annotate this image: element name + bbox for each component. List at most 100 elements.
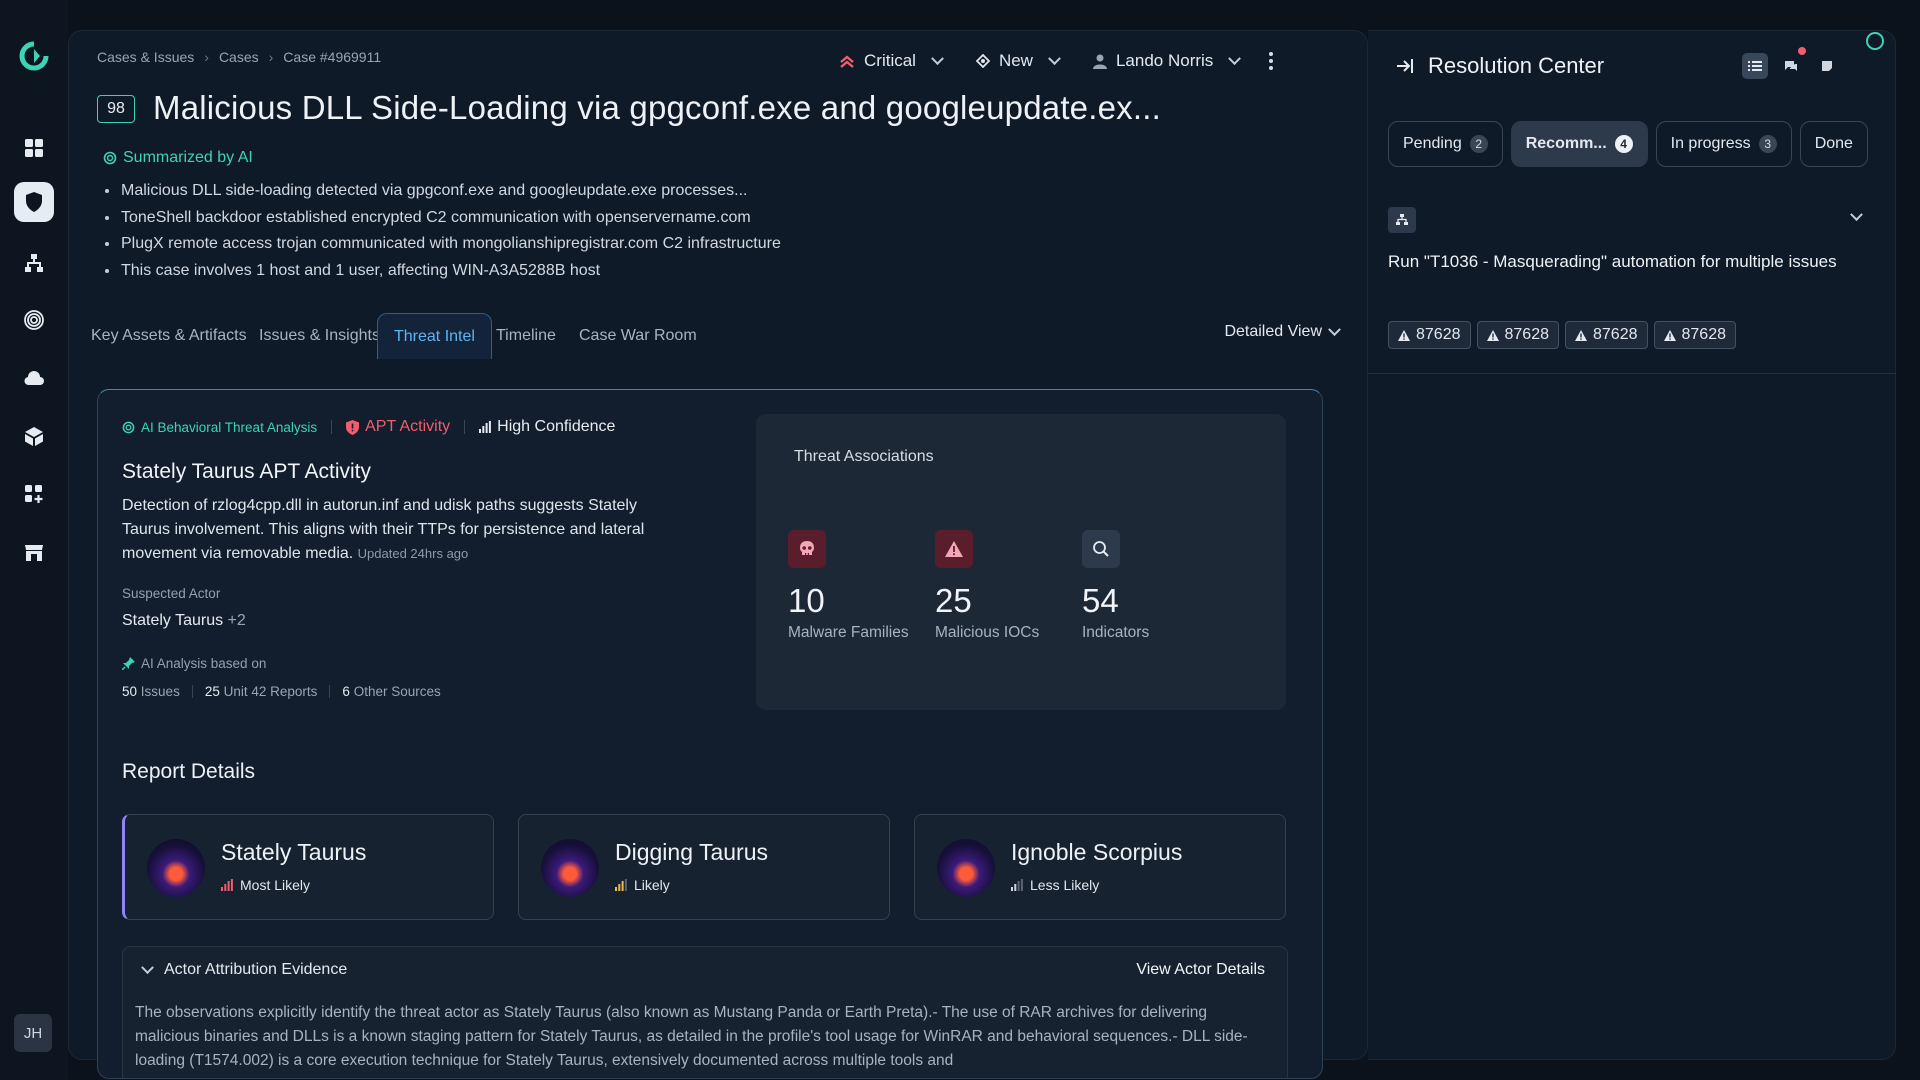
breadcrumb-cases[interactable]: Cases bbox=[219, 49, 259, 65]
notification-dot-icon bbox=[1798, 47, 1806, 55]
stat-malicious-iocs[interactable]: 25 Malicious IOCs bbox=[935, 530, 1039, 642]
warning-icon bbox=[1486, 329, 1499, 341]
tab-pending[interactable]: Pending 2 bbox=[1388, 121, 1503, 167]
breadcrumb-cases-issues[interactable]: Cases & Issues bbox=[97, 49, 194, 65]
stat-indicators[interactable]: 54 Indicators bbox=[1082, 530, 1149, 642]
signal-bars-icon bbox=[221, 879, 233, 891]
tab-done[interactable]: Done bbox=[1799, 121, 1868, 167]
summary-bullet: Malicious DLL side-loading detected via … bbox=[105, 178, 781, 205]
summary-bullet: ToneShell backdoor established encrypted… bbox=[105, 205, 781, 232]
severity-dropdown[interactable]: Critical bbox=[839, 51, 944, 71]
tab-threat-intel[interactable]: Threat Intel bbox=[377, 313, 492, 359]
view-mode-value: Detailed View bbox=[1224, 323, 1322, 340]
ai-basis-label: AI Analysis based on bbox=[122, 656, 266, 671]
severity-value: Critical bbox=[864, 51, 916, 70]
actor-name: Stately Taurus bbox=[221, 839, 367, 865]
suspected-actor-name: Stately Taurus bbox=[122, 612, 224, 629]
list-view-icon[interactable] bbox=[1742, 53, 1768, 79]
issue-chip[interactable]: 87628 bbox=[1388, 321, 1471, 349]
warning-icon bbox=[1398, 329, 1410, 341]
ai-summary-list: Malicious DLL side-loading detected via … bbox=[105, 178, 781, 284]
collapse-panel-icon[interactable] bbox=[1396, 58, 1414, 74]
evidence-title: Actor Attribution Evidence bbox=[164, 961, 348, 978]
tab-count: 3 bbox=[1758, 135, 1777, 153]
confidence-label: High Confidence bbox=[497, 418, 616, 435]
evidence-toggle[interactable]: Actor Attribution Evidence bbox=[141, 960, 348, 979]
tab-label: Recomm... bbox=[1525, 135, 1607, 152]
actor-likelihood-label: Less Likely bbox=[1030, 877, 1100, 893]
actor-likelihood-label: Most Likely bbox=[240, 877, 311, 893]
divider bbox=[331, 420, 333, 434]
user-avatar[interactable]: JH bbox=[14, 1014, 52, 1052]
view-actor-details-link[interactable]: View Actor Details bbox=[1136, 961, 1265, 979]
actor-avatar bbox=[147, 839, 205, 897]
issue-chips: 87628 87628 87628 87628 bbox=[1388, 321, 1736, 349]
status-dropdown[interactable]: New bbox=[975, 51, 1061, 71]
stat-malware-families[interactable]: 10 Malware Families bbox=[788, 530, 909, 642]
breadcrumb-case-id: Case #4969911 bbox=[283, 49, 382, 65]
threat-intel-panel: AI Behavioral Threat Analysis APT Activi… bbox=[97, 389, 1323, 1079]
tab-issues-insights[interactable]: Issues & Insights bbox=[259, 313, 380, 359]
evidence-text: The observations explicitly identify the… bbox=[135, 1004, 1248, 1069]
shield-icon[interactable] bbox=[14, 182, 54, 222]
case-main-panel: Cases & Issues › Cases › Case #4969911 C… bbox=[68, 30, 1368, 1079]
cloud-icon[interactable] bbox=[14, 358, 54, 398]
actor-likelihood: Less Likely bbox=[1011, 877, 1099, 893]
tab-case-war-room[interactable]: Case War Room bbox=[579, 313, 697, 359]
actor-name: Ignoble Scorpius bbox=[1011, 839, 1183, 865]
case-title: Malicious DLL Side-Loading via gpgconf.e… bbox=[153, 89, 1161, 126]
actor-card-ignoble-scorpius[interactable]: Ignoble Scorpius Less Likely bbox=[914, 814, 1286, 920]
report-details-title: Report Details bbox=[122, 760, 256, 783]
issue-chip[interactable]: 87628 bbox=[1476, 321, 1559, 349]
cube-icon[interactable] bbox=[14, 416, 54, 456]
chevron-down-icon bbox=[1328, 322, 1341, 336]
ai-basis-text: AI Analysis based on bbox=[141, 656, 267, 671]
apps-add-icon[interactable] bbox=[14, 474, 54, 514]
stat-label: Indicators bbox=[1082, 624, 1150, 641]
divider bbox=[329, 685, 331, 698]
tab-timeline[interactable]: Timeline bbox=[496, 313, 556, 359]
tab-recommended[interactable]: Recomm... 4 bbox=[1510, 121, 1648, 167]
breadcrumb: Cases & Issues › Cases › Case #4969911 bbox=[97, 49, 381, 65]
chevron-down-icon[interactable] bbox=[1850, 208, 1863, 222]
apt-activity-label: APT Activity bbox=[365, 418, 451, 435]
chevron-down-icon bbox=[1048, 51, 1061, 65]
tab-label: Pending bbox=[1403, 135, 1462, 152]
issue-id: 87628 bbox=[1504, 326, 1550, 343]
network-icon[interactable] bbox=[14, 243, 54, 283]
case-header-controls: Critical New Lando Norris bbox=[839, 51, 1274, 71]
issue-chip[interactable]: 87628 bbox=[1565, 321, 1648, 349]
resolution-tabs: Pending 2 Recomm... 4 In progress 3 Done bbox=[1388, 121, 1868, 167]
actor-card-stately-taurus[interactable]: Stately Taurus Most Likely bbox=[122, 814, 494, 920]
actor-avatar bbox=[937, 839, 995, 897]
dashboard-icon[interactable] bbox=[14, 128, 54, 168]
ai-analysis-tag: AI Behavioral Threat Analysis bbox=[122, 420, 317, 435]
actor-likelihood: Most Likely bbox=[221, 877, 310, 893]
resolution-center-header: Resolution Center bbox=[1396, 53, 1604, 79]
basis-other-sources: 6 Other Sources bbox=[342, 684, 441, 699]
assistant-icon[interactable] bbox=[1866, 32, 1884, 50]
warning-icon bbox=[1663, 329, 1676, 341]
stat-label: Malware Families bbox=[788, 624, 909, 641]
view-mode-dropdown[interactable]: Detailed View bbox=[1224, 322, 1341, 341]
stat-value: 10 bbox=[788, 582, 825, 619]
actor-card-digging-taurus[interactable]: Digging Taurus Likely bbox=[518, 814, 890, 920]
search-icon bbox=[1082, 530, 1120, 568]
actor-attribution-evidence: Actor Attribution Evidence View Actor De… bbox=[122, 946, 1288, 1078]
threat-description: Detection of rzlog4cpp.dll in autorun.in… bbox=[122, 494, 682, 566]
issue-chip[interactable]: 87628 bbox=[1653, 321, 1736, 349]
storefront-icon[interactable] bbox=[14, 532, 54, 572]
more-options-icon[interactable] bbox=[1269, 52, 1274, 70]
app-logo-icon[interactable] bbox=[18, 40, 50, 72]
fingerprint-icon[interactable] bbox=[14, 300, 54, 340]
suspected-actor-value[interactable]: Stately Taurus +2 bbox=[122, 612, 246, 630]
note-icon[interactable] bbox=[1814, 53, 1840, 79]
resolution-center-title: Resolution Center bbox=[1428, 53, 1605, 78]
assignee-dropdown[interactable]: Lando Norris bbox=[1092, 51, 1242, 71]
actor-name: Digging Taurus bbox=[615, 839, 769, 865]
tab-key-assets[interactable]: Key Assets & Artifacts bbox=[91, 313, 247, 359]
actor-likelihood: Likely bbox=[615, 877, 670, 893]
suspected-actor-more[interactable]: +2 bbox=[228, 612, 246, 629]
chat-icon[interactable] bbox=[1778, 47, 1806, 79]
tab-in-progress[interactable]: In progress 3 bbox=[1655, 121, 1792, 167]
